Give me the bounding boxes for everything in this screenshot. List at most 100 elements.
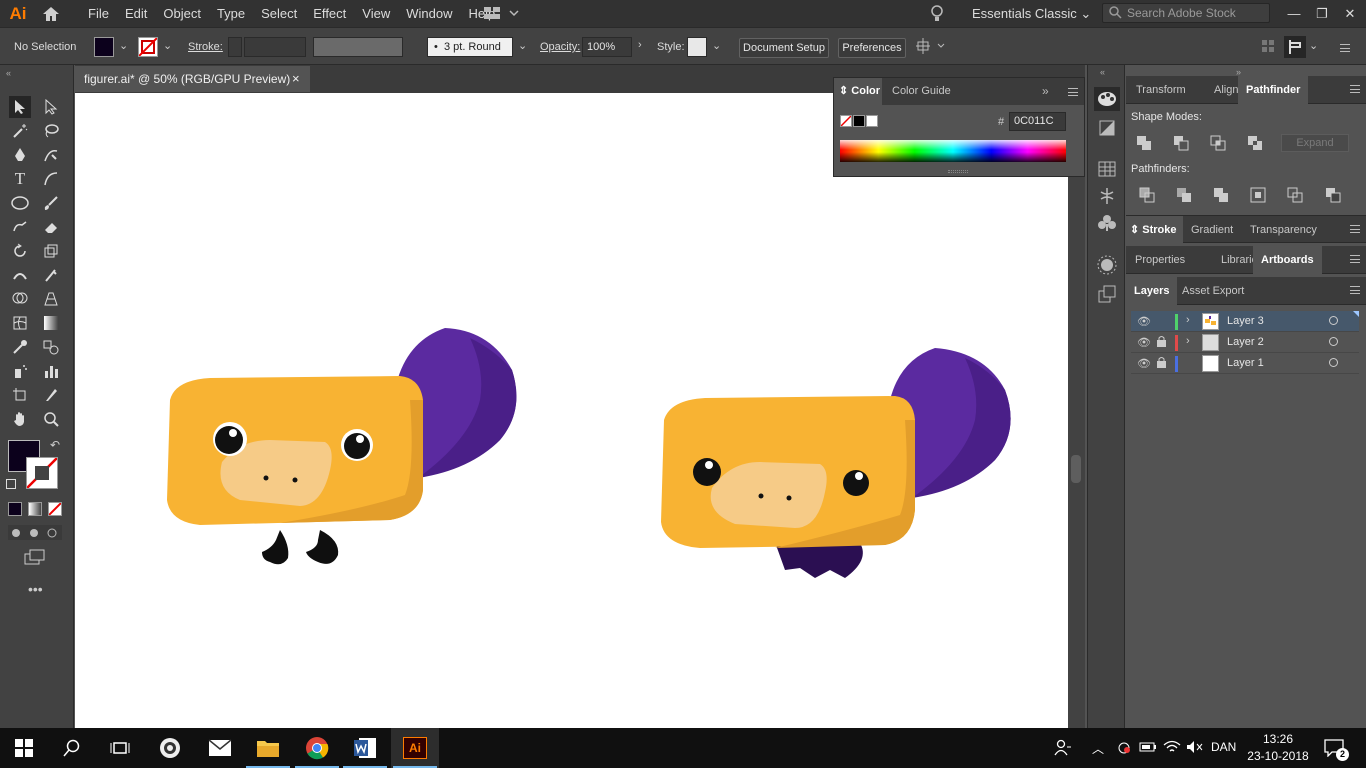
- swatches-icon[interactable]: [1098, 161, 1116, 180]
- expand-chevron-icon[interactable]: ›: [1186, 314, 1190, 326]
- stroke-swatch[interactable]: [138, 37, 158, 57]
- lightbulb-icon[interactable]: [930, 5, 944, 25]
- exclude-icon[interactable]: [1247, 135, 1263, 154]
- tab-color-guide[interactable]: Color Guide: [892, 78, 951, 105]
- change-screen-mode-icon[interactable]: [24, 549, 46, 568]
- hand-tool-icon[interactable]: [9, 408, 31, 430]
- default-fill-stroke-icon[interactable]: [6, 479, 16, 489]
- visibility-eye-icon[interactable]: 👁: [1137, 336, 1151, 349]
- hex-input[interactable]: 0C011C: [1009, 112, 1066, 131]
- menu-object[interactable]: Object: [155, 0, 209, 27]
- restore-button[interactable]: ❐: [1308, 0, 1336, 27]
- brush-definition[interactable]: • 3 pt. Round: [427, 37, 513, 57]
- fill-swatch[interactable]: [94, 37, 114, 57]
- pen-tool-icon[interactable]: [9, 144, 31, 166]
- white-swatch[interactable]: [866, 115, 878, 127]
- illustrator-taskbar-icon[interactable]: Ai: [391, 728, 439, 768]
- fill-dropdown-icon[interactable]: ⌄: [119, 39, 128, 52]
- panel-arrange-icon[interactable]: [1284, 36, 1306, 58]
- mesh-tool-icon[interactable]: [9, 312, 31, 334]
- pathfinder-menu-icon[interactable]: [1350, 85, 1360, 93]
- close-document-icon[interactable]: ×: [292, 66, 300, 92]
- collapse-dock-icon[interactable]: «: [1100, 67, 1105, 77]
- tab-transform[interactable]: Transform: [1128, 76, 1194, 104]
- puppet-warp-tool-icon[interactable]: [40, 264, 62, 286]
- width-tool-icon[interactable]: [9, 264, 31, 286]
- color-panel-icon[interactable]: [1094, 87, 1120, 111]
- color-guide-icon[interactable]: [1098, 119, 1116, 140]
- unite-icon[interactable]: [1136, 135, 1152, 154]
- target-circle-icon[interactable]: [1329, 337, 1338, 346]
- layer-name[interactable]: Layer 3: [1227, 315, 1264, 327]
- color-panel-menu-icon[interactable]: [1068, 88, 1078, 96]
- selection-tool-icon[interactable]: [9, 96, 31, 118]
- intersect-icon[interactable]: [1210, 135, 1226, 154]
- merge-icon[interactable]: [1213, 187, 1229, 206]
- column-graph-tool-icon[interactable]: [40, 360, 62, 382]
- collapse-toolbar-icon[interactable]: «: [6, 68, 11, 78]
- stroke-panel-menu-icon[interactable]: [1350, 225, 1360, 233]
- wifi-icon[interactable]: [1163, 740, 1181, 757]
- direct-selection-tool-icon[interactable]: [40, 96, 62, 118]
- divide-icon[interactable]: [1139, 187, 1155, 206]
- volume-icon[interactable]: [1186, 740, 1204, 757]
- graphic-styles-icon[interactable]: [1098, 285, 1116, 306]
- file-explorer-icon[interactable]: [244, 728, 292, 768]
- search-taskbar-icon[interactable]: [48, 728, 96, 768]
- draw-mode-icons[interactable]: [8, 525, 62, 540]
- stroke-weight-stepper[interactable]: [228, 37, 242, 57]
- tab-artboards[interactable]: Artboards: [1253, 246, 1322, 274]
- word-icon[interactable]: [341, 728, 389, 768]
- menu-type[interactable]: Type: [209, 0, 253, 27]
- eraser-tool-icon[interactable]: [40, 216, 62, 238]
- style-dropdown-icon[interactable]: ⌄: [712, 39, 721, 52]
- layer-name[interactable]: Layer 2: [1227, 336, 1264, 348]
- clock-time[interactable]: 13:26: [1252, 732, 1304, 746]
- brush-dropdown-icon[interactable]: ⌄: [518, 39, 527, 52]
- color-spectrum[interactable]: [840, 140, 1066, 162]
- clock-date[interactable]: 23-10-2018: [1247, 749, 1309, 763]
- color-mode-icon[interactable]: [8, 502, 22, 516]
- variable-width-profile[interactable]: [313, 37, 403, 57]
- zoom-tool-icon[interactable]: [40, 408, 62, 430]
- appearance-icon[interactable]: [1097, 255, 1117, 278]
- tab-stroke[interactable]: ⇕ Stroke: [1126, 216, 1183, 244]
- shape-builder-tool-icon[interactable]: [9, 288, 31, 310]
- lock-icon[interactable]: [1157, 356, 1166, 371]
- mail-icon[interactable]: [196, 728, 244, 768]
- expand-chevron-icon[interactable]: ›: [1186, 335, 1190, 347]
- scale-tool-icon[interactable]: [40, 240, 62, 262]
- people-icon[interactable]: [1054, 739, 1072, 760]
- input-language[interactable]: DAN: [1211, 740, 1236, 754]
- minus-front-icon[interactable]: [1173, 135, 1189, 154]
- trim-icon[interactable]: [1176, 187, 1192, 206]
- stroke-label[interactable]: Stroke:: [188, 41, 223, 53]
- layers-panel-menu-icon[interactable]: [1350, 286, 1360, 294]
- home-icon[interactable]: [36, 6, 66, 22]
- stroke-weight-input[interactable]: [244, 37, 306, 57]
- tab-asset-export[interactable]: Asset Export: [1174, 277, 1252, 305]
- control-bar-menu-icon[interactable]: [1340, 44, 1350, 52]
- tab-pathfinder[interactable]: Pathfinder: [1238, 76, 1309, 104]
- preferences-button[interactable]: Preferences: [838, 38, 906, 58]
- slice-tool-icon[interactable]: [40, 384, 62, 406]
- layer-row[interactable]: 👁 Layer 1: [1131, 353, 1359, 374]
- none-mode-icon[interactable]: [48, 502, 62, 516]
- collapse-panel-icon[interactable]: »: [1042, 84, 1049, 98]
- visibility-eye-icon[interactable]: 👁: [1137, 315, 1151, 328]
- tab-gradient[interactable]: Gradient: [1183, 216, 1241, 244]
- layer-row[interactable]: 👁 › Layer 2: [1131, 332, 1359, 353]
- lasso-tool-icon[interactable]: [40, 120, 62, 142]
- symbols-icon[interactable]: [1098, 214, 1116, 235]
- symbol-sprayer-tool-icon[interactable]: [9, 360, 31, 382]
- artboards-panel-menu-icon[interactable]: [1350, 255, 1360, 263]
- opacity-label[interactable]: Opacity:: [540, 41, 580, 53]
- shaper-tool-icon[interactable]: [9, 216, 31, 238]
- tab-color[interactable]: ⇕ Color: [834, 78, 882, 105]
- resize-grip-icon[interactable]: [948, 170, 968, 173]
- arrange-documents-icon[interactable]: [484, 6, 520, 23]
- opacity-input[interactable]: 100%: [582, 37, 632, 57]
- document-tab[interactable]: figurer.ai* @ 50% (RGB/GPU Preview) ×: [75, 66, 310, 92]
- close-window-button[interactable]: ✕: [1336, 0, 1364, 27]
- tab-properties[interactable]: Properties: [1127, 246, 1193, 274]
